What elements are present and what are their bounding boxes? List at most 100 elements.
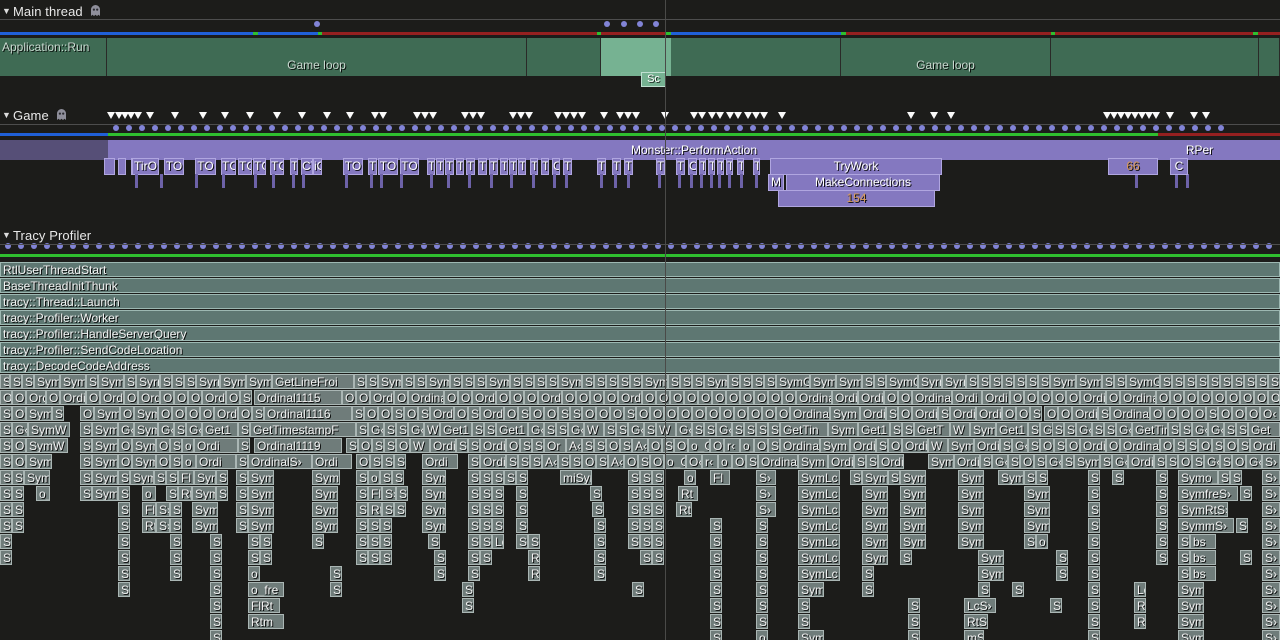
dense-zone[interactable]: O‹ <box>1164 406 1178 421</box>
dense-zone[interactable]: S› <box>604 422 616 437</box>
dense-zone[interactable]: S› <box>484 422 496 437</box>
dense-zone[interactable]: Ordina <box>1110 406 1150 421</box>
dense-zone[interactable]: S› <box>172 374 184 389</box>
dense-zone[interactable]: S› <box>888 470 900 485</box>
dense-zone[interactable]: S› <box>854 454 866 469</box>
dense-zone[interactable]: G‹ <box>186 422 202 437</box>
dense-zone[interactable]: Sym <box>426 374 450 389</box>
dense-zone[interactable]: S› <box>380 470 392 485</box>
dense-zone[interactable]: G‹ <box>1246 454 1262 469</box>
dense-zone[interactable]: Ordinal1115 <box>254 390 342 405</box>
dense-zone[interactable]: Sym <box>1074 454 1100 469</box>
dense-zone[interactable]: O‹ <box>1160 438 1174 453</box>
dense-zone[interactable]: G‹ <box>1046 454 1062 469</box>
dense-zone[interactable]: S› <box>556 422 568 437</box>
dense-zone[interactable]: Get1 <box>202 422 238 437</box>
dense-zone[interactable]: O‹ <box>506 438 520 453</box>
dense-zone[interactable]: O‹ <box>80 406 94 421</box>
dense-zone[interactable]: O‹ <box>1184 390 1198 405</box>
dense-zone[interactable]: O‹ <box>1066 438 1080 453</box>
dense-zone[interactable]: SymLc <box>798 486 840 501</box>
dense-zone[interactable]: O‹ <box>124 390 138 405</box>
dense-zone[interactable]: S› <box>1166 454 1178 469</box>
dense-zone[interactable]: Sym <box>836 374 862 389</box>
dense-zone[interactable]: O‹ <box>120 406 134 421</box>
dense-zone[interactable]: S› <box>0 502 12 517</box>
dense-zone[interactable]: Ordi <box>480 454 506 469</box>
dense-zone[interactable]: A‹ <box>608 454 624 469</box>
dense-zone[interactable]: O‹ <box>1232 454 1246 469</box>
dense-zone[interactable]: SymmS› <box>1178 518 1234 533</box>
dense-zone[interactable]: S› <box>184 374 196 389</box>
dense-zone[interactable]: G‹ <box>1116 422 1132 437</box>
dense-zone[interactable]: Sym <box>312 470 340 485</box>
dense-zone[interactable]: S› <box>480 534 492 549</box>
dense-zone[interactable]: S› <box>582 374 594 389</box>
dense-zone[interactable]: S› <box>480 470 492 485</box>
dense-zone[interactable]: O‹ <box>1024 390 1038 405</box>
dense-zone[interactable]: S› <box>1184 374 1196 389</box>
dense-zone[interactable]: S› <box>468 438 480 453</box>
dense-zone[interactable]: Ordi <box>214 406 238 421</box>
dense-zone[interactable]: S› <box>480 550 492 565</box>
dense-zone[interactable]: Ordi <box>1250 438 1280 453</box>
timeline-cursor[interactable] <box>665 0 666 640</box>
dense-zone[interactable]: S› <box>1100 454 1112 469</box>
dense-zone[interactable]: S› <box>118 550 130 565</box>
dense-zone[interactable]: S› <box>1088 518 1100 533</box>
dense-zone[interactable]: O‹ <box>712 390 726 405</box>
dense-zone[interactable]: O‹ <box>1224 438 1238 453</box>
dense-zone[interactable]: Rt <box>1134 598 1146 613</box>
dense-zone[interactable]: S› <box>1180 422 1192 437</box>
dense-zone[interactable]: Sym <box>1178 630 1204 640</box>
dense-zone[interactable]: O‹ <box>1156 390 1170 405</box>
dense-zone[interactable]: S› <box>1024 470 1036 485</box>
dense-zone[interactable]: S› <box>1208 374 1220 389</box>
dense-zone[interactable]: Ordinal1116 <box>264 406 352 421</box>
dense-zone[interactable]: Sym <box>1050 374 1076 389</box>
dense-zone[interactable]: O‹ <box>590 390 604 405</box>
dense-zone[interactable]: S› <box>746 454 758 469</box>
dense-zone[interactable]: SymLc <box>798 566 840 581</box>
dense-zone[interactable]: Fl <box>368 486 382 501</box>
dense-zone[interactable]: Sym <box>24 470 50 485</box>
dense-zone[interactable]: S› <box>80 470 92 485</box>
dense-zone[interactable]: S› <box>546 374 558 389</box>
dense-zone[interactable]: S› <box>874 374 886 389</box>
dense-zone[interactable]: S› <box>594 518 606 533</box>
dense-zone[interactable]: Get1 <box>496 422 528 437</box>
dense-zone[interactable]: S› <box>216 470 228 485</box>
dense-zone[interactable]: S› <box>516 534 528 549</box>
dense-zone[interactable]: O‹ <box>504 406 518 421</box>
dense-zone[interactable]: S› <box>640 534 652 549</box>
dense-zone[interactable]: S› <box>240 390 252 405</box>
dense-zone[interactable]: S› <box>908 630 920 640</box>
dense-zone[interactable]: Sym <box>132 438 156 453</box>
dense-zone[interactable]: O‹ <box>720 406 734 421</box>
dense-zone[interactable]: S› <box>1088 566 1100 581</box>
dense-zone[interactable]: LcS› <box>964 598 996 613</box>
dense-zone[interactable]: S› <box>382 502 394 517</box>
dense-zone[interactable]: O‹ <box>1106 390 1120 405</box>
dense-zone[interactable]: o_o_ <box>248 566 260 581</box>
dense-zone[interactable]: S› <box>370 454 382 469</box>
dense-zone[interactable]: o_G‹ <box>688 438 710 453</box>
dense-zone[interactable]: S› <box>154 470 166 485</box>
dense-zone[interactable]: S› <box>80 438 92 453</box>
dense-zone[interactable]: S› <box>628 502 640 517</box>
dense-zone[interactable]: S› <box>978 374 990 389</box>
dense-zone[interactable]: S› <box>866 454 878 469</box>
dense-zone[interactable]: S› <box>170 534 182 549</box>
dense-zone[interactable]: O‹ <box>1170 390 1184 405</box>
dense-zone[interactable]: S› <box>966 374 978 389</box>
dense-zone[interactable]: S› <box>12 502 24 517</box>
dense-zone[interactable]: Sym <box>900 486 926 501</box>
dense-zone[interactable]: O‹ <box>582 454 596 469</box>
dense-zone[interactable]: Sym <box>862 470 888 485</box>
dense-zone[interactable]: S› <box>638 454 650 469</box>
dense-zone[interactable]: Ordi <box>950 406 976 421</box>
dense-zone[interactable]: SymLc <box>798 534 840 549</box>
dense-zone[interactable]: S› <box>1256 374 1268 389</box>
dense-zone[interactable]: Sym <box>98 374 124 389</box>
dense-zone[interactable]: Rt <box>142 518 156 533</box>
